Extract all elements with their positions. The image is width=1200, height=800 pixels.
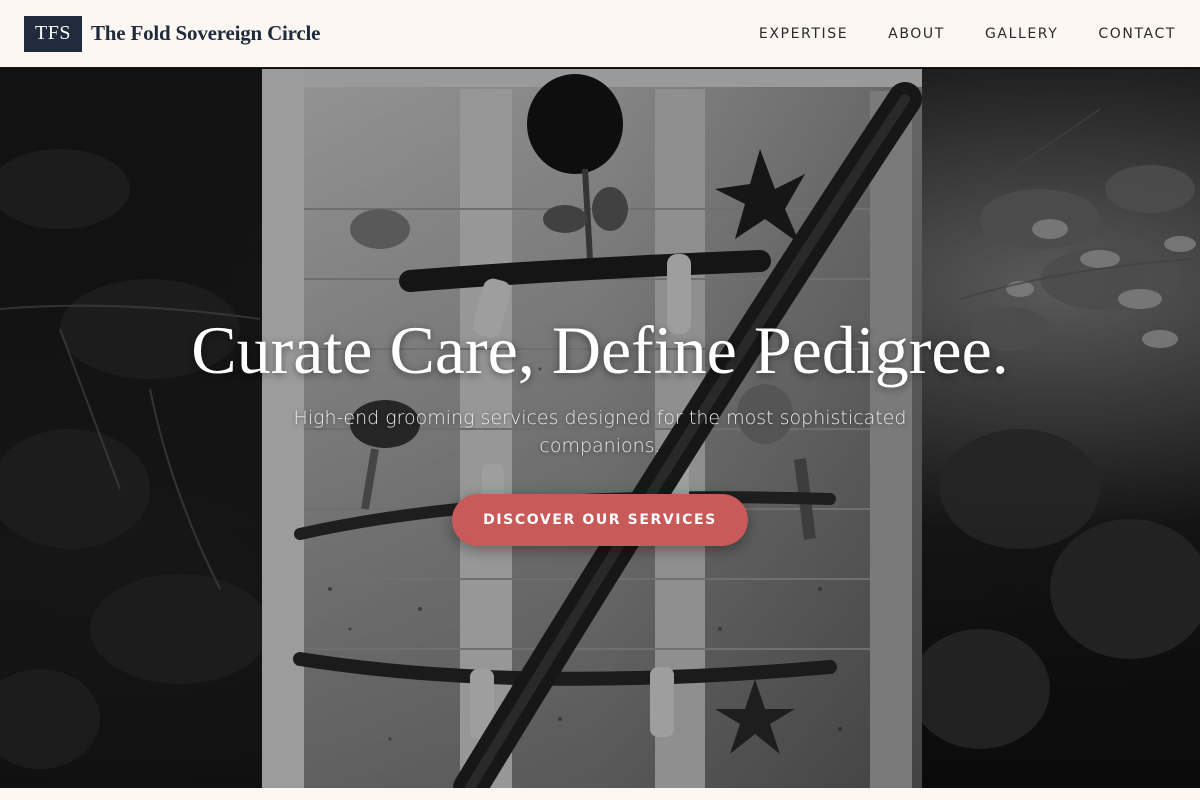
hero-title: Curate Care, Define Pedigree. — [191, 312, 1009, 388]
brand-name[interactable]: The Fold Sovereign Circle — [91, 21, 320, 46]
main-nav: EXPERTISE ABOUT GALLERY CONTACT — [759, 26, 1176, 42]
page-bottom-strip — [0, 788, 1200, 800]
brand[interactable]: TFS The Fold Sovereign Circle — [24, 15, 320, 52]
nav-link-about[interactable]: ABOUT — [888, 26, 945, 42]
logo-mark[interactable]: TFS — [24, 15, 82, 52]
nav-link-contact[interactable]: CONTACT — [1098, 26, 1176, 42]
hero-content: Curate Care, Define Pedigree. High-end g… — [0, 69, 1200, 788]
nav-link-expertise[interactable]: EXPERTISE — [759, 26, 848, 42]
discover-services-button[interactable]: DISCOVER OUR SERVICES — [452, 493, 748, 546]
hero-section: Curate Care, Define Pedigree. High-end g… — [0, 69, 1200, 788]
nav-link-gallery[interactable]: GALLERY — [985, 26, 1058, 42]
hero-subtitle: High-end grooming services designed for … — [293, 406, 907, 457]
site-header: TFS The Fold Sovereign Circle EXPERTISE … — [0, 0, 1200, 68]
